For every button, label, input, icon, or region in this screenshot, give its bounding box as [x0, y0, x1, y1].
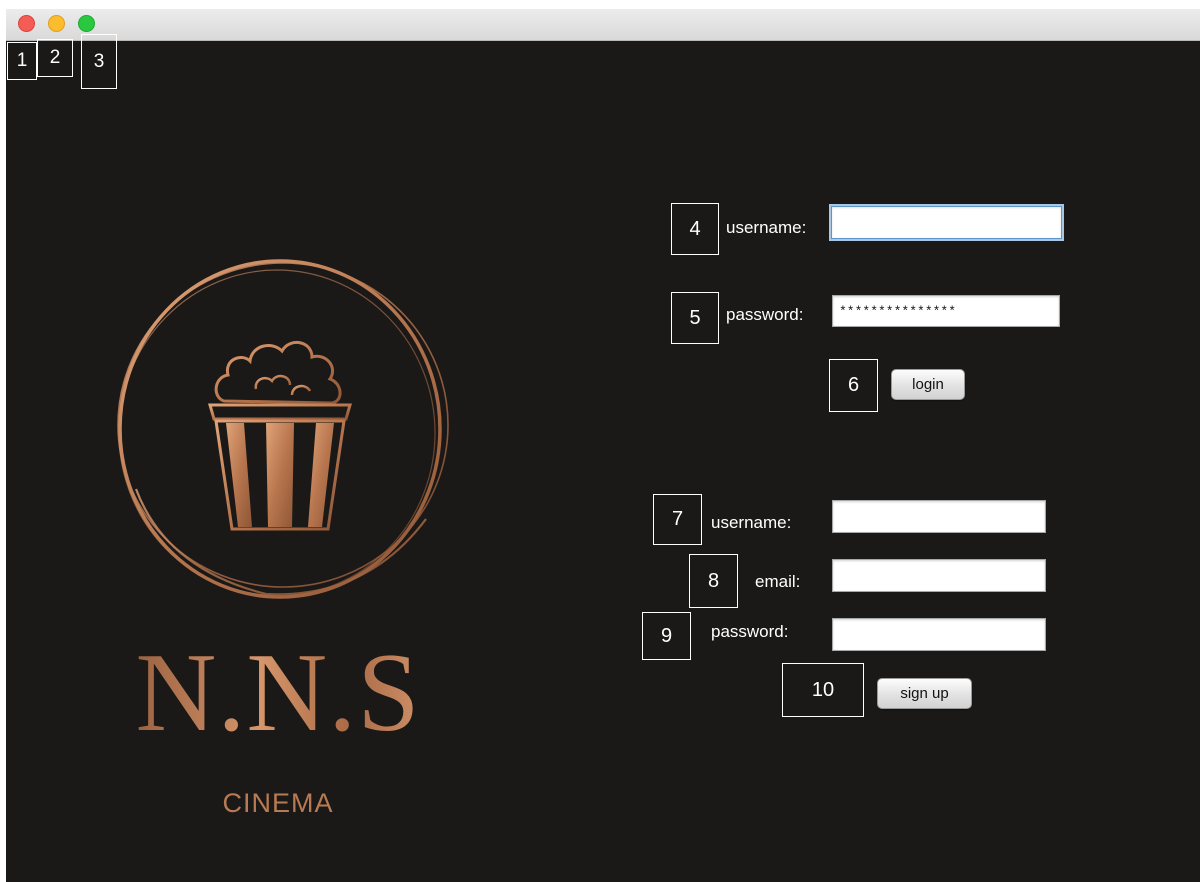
login-button[interactable]: login [891, 369, 965, 400]
marker-6: 6 [829, 359, 878, 412]
login-password-field[interactable] [832, 295, 1060, 327]
close-dot-icon[interactable] [18, 15, 35, 32]
popcorn-icon [117, 259, 449, 599]
signup-password-label: password: [711, 622, 789, 641]
maximize-dot-icon[interactable] [78, 15, 95, 32]
marker-9: 9 [642, 612, 691, 660]
signup-password-field[interactable] [832, 618, 1046, 651]
marker-1: 1 [7, 42, 37, 80]
brand-subtitle: CINEMA [222, 788, 334, 818]
signup-username-label: username: [711, 513, 792, 532]
signup-email-label: email: [755, 572, 801, 591]
minimize-dot-icon[interactable] [48, 15, 65, 32]
brand-title: N.N.S [98, 637, 458, 749]
signup-username-field[interactable] [832, 500, 1046, 533]
login-username-label: username: [726, 218, 807, 237]
marker-4: 4 [671, 203, 719, 255]
marker-7: 7 [653, 494, 702, 545]
marker-2: 2 [37, 39, 73, 77]
signup-email-field[interactable] [832, 559, 1046, 592]
signup-button[interactable]: sign up [877, 678, 972, 709]
app-window: 1 2 3 N.N.S CINEMA 4 username: 5 passwor… [6, 9, 1200, 882]
marker-10: 10 [782, 663, 864, 717]
marker-8: 8 [689, 554, 738, 608]
title-bar [6, 9, 1200, 41]
login-password-label: password: [726, 305, 804, 324]
marker-5: 5 [671, 292, 719, 344]
login-username-field[interactable] [831, 206, 1062, 239]
marker-3: 3 [81, 34, 117, 89]
